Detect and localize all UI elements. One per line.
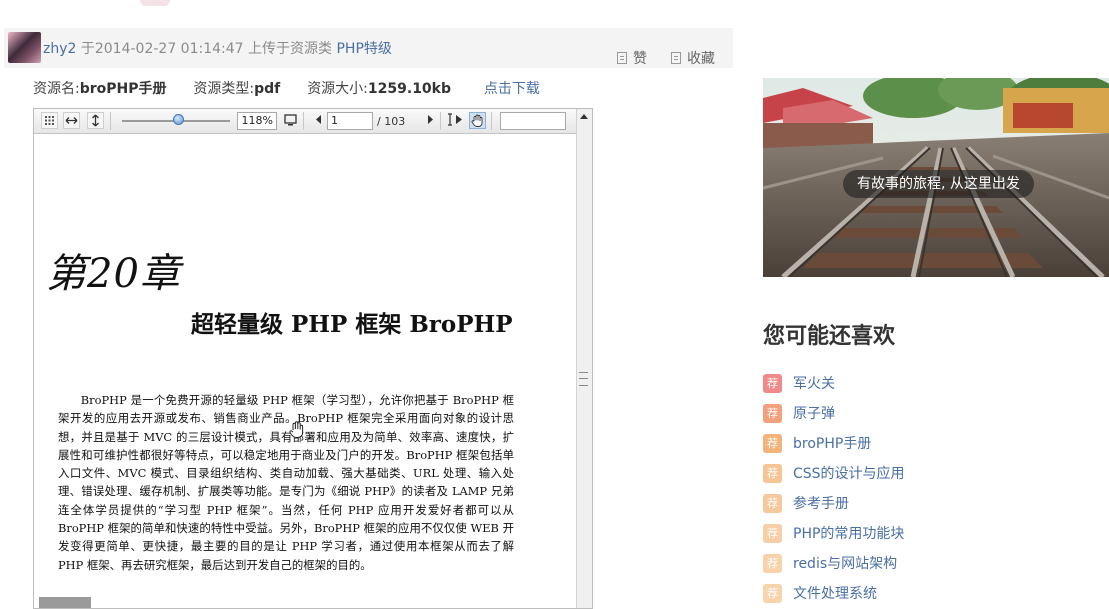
list-item[interactable]: 荐 CSS的设计与应用 [763, 458, 905, 488]
recommend-tag-icon: 荐 [763, 373, 782, 393]
search-input[interactable] [500, 112, 566, 130]
resource-type-label: 资源类型: [193, 81, 255, 97]
list-item[interactable]: 荐 PHP的常用功能块 [763, 518, 905, 548]
recommend-tag-icon: 荐 [763, 493, 782, 513]
list-item[interactable]: 荐原子弹 [763, 398, 905, 428]
page-number-block [39, 597, 91, 608]
like-label: 赞 [633, 51, 647, 67]
download-link[interactable]: 点击下载 [484, 81, 540, 97]
uploader-bar: zhy2 于2014-02-27 01:14:47 上传于资源类 PHP特级 赞… [4, 28, 733, 68]
recommend-link[interactable]: 文件处理系统 [793, 583, 877, 603]
page-number-field[interactable]: 1 [327, 112, 373, 130]
list-item[interactable]: 荐文件处理系统 [763, 578, 905, 608]
viewer-toolbar: 118% 1 / 103 [34, 109, 577, 134]
list-item[interactable]: 荐参考手册 [763, 488, 905, 518]
favorite-icon [671, 52, 681, 64]
resource-size-label: 资源大小: [307, 81, 368, 97]
list-item[interactable]: 荐 broPHP手册 [763, 428, 905, 458]
recommend-tag-icon: 荐 [763, 403, 782, 423]
pdf-viewer: 118% 1 / 103 第20章 超轻量级 PHP 框架 BroPHP Bro… [33, 108, 593, 609]
resource-name-label: 资源名: [33, 81, 80, 97]
zoom-field[interactable]: 118% [237, 112, 277, 130]
top-decoration [140, 0, 170, 6]
total-pages: / 103 [377, 115, 406, 128]
like-icon [617, 52, 627, 64]
recommend-tag-icon: 荐 [763, 553, 782, 573]
hand-cursor-icon [288, 420, 306, 444]
travel-banner[interactable]: 有故事的旅程, 从这里出发 [763, 78, 1109, 277]
recommend-list: 荐军火关 荐原子弹 荐 broPHP手册 荐 CSS的设计与应用 荐参考手册 荐 PH… [763, 368, 905, 608]
resource-name-value: broPHP手册 [79, 81, 167, 97]
like-button[interactable]: 赞 [617, 48, 647, 68]
viewer-scrollbar[interactable] [576, 109, 592, 608]
recommend-link[interactable]: CSS的设计与应用 [793, 463, 905, 483]
resource-type-value: pdf [254, 81, 281, 97]
uploader-level[interactable]: PHP特级 [336, 41, 391, 57]
scroll-thumb[interactable] [579, 372, 588, 386]
resource-size-value: 1259.10kb [367, 81, 452, 97]
upload-info: zhy2 于2014-02-27 01:14:47 上传于资源类 PHP特级 [43, 38, 392, 58]
chapter-heading: 第20章 [46, 251, 181, 297]
hand-tool-icon[interactable] [469, 112, 486, 129]
upload-time-text: 于2014-02-27 01:14:47 上传于资源类 [76, 41, 337, 57]
list-item[interactable]: 荐军火关 [763, 368, 905, 398]
avatar[interactable] [8, 32, 41, 63]
prev-page-icon[interactable] [310, 112, 327, 129]
recommend-tag-icon: 荐 [763, 433, 782, 453]
favorite-button[interactable]: 收藏 [671, 48, 715, 68]
recommend-link[interactable]: redis与网站架构 [793, 553, 897, 573]
text-select-icon[interactable] [446, 112, 466, 129]
chapter-title: 超轻量级 PHP 框架 BroPHP [191, 311, 513, 338]
recommend-link[interactable]: 军火关 [793, 373, 835, 393]
resource-info: 资源名:broPHP手册 资源类型:pdf 资源大小:1259.10kb 点击下… [33, 78, 540, 98]
recommend-tag-icon: 荐 [763, 583, 782, 603]
chapter-paragraph: BroPHP 是一个免费开源的轻量级 PHP 框架（学习型），允许你把基于 Br… [58, 393, 514, 572]
recommend-link[interactable]: PHP的常用功能块 [793, 523, 904, 543]
fit-height-icon[interactable] [87, 112, 104, 129]
zoom-slider-handle[interactable] [173, 114, 184, 125]
list-item[interactable]: 荐 redis与网站架构 [763, 548, 905, 578]
favorite-label: 收藏 [687, 51, 715, 67]
recommend-link[interactable]: broPHP手册 [793, 433, 871, 453]
scroll-up-icon[interactable] [580, 114, 588, 119]
fit-width-icon[interactable] [63, 112, 80, 129]
fullscreen-icon[interactable] [282, 112, 299, 129]
thumbnails-icon[interactable] [41, 112, 58, 129]
uploader-name[interactable]: zhy2 [43, 41, 76, 57]
recommend-title: 您可能还喜欢 [763, 324, 896, 349]
recommend-tag-icon: 荐 [763, 463, 782, 483]
recommend-link[interactable]: 原子弹 [793, 403, 835, 423]
banner-caption: 有故事的旅程, 从这里出发 [843, 170, 1034, 198]
pdf-page: 第20章 超轻量级 PHP 框架 BroPHP BroPHP 是一个免费开源的轻… [34, 134, 577, 608]
recommend-link[interactable]: 参考手册 [793, 493, 849, 513]
recommend-tag-icon: 荐 [763, 523, 782, 543]
next-page-icon[interactable] [422, 112, 439, 129]
